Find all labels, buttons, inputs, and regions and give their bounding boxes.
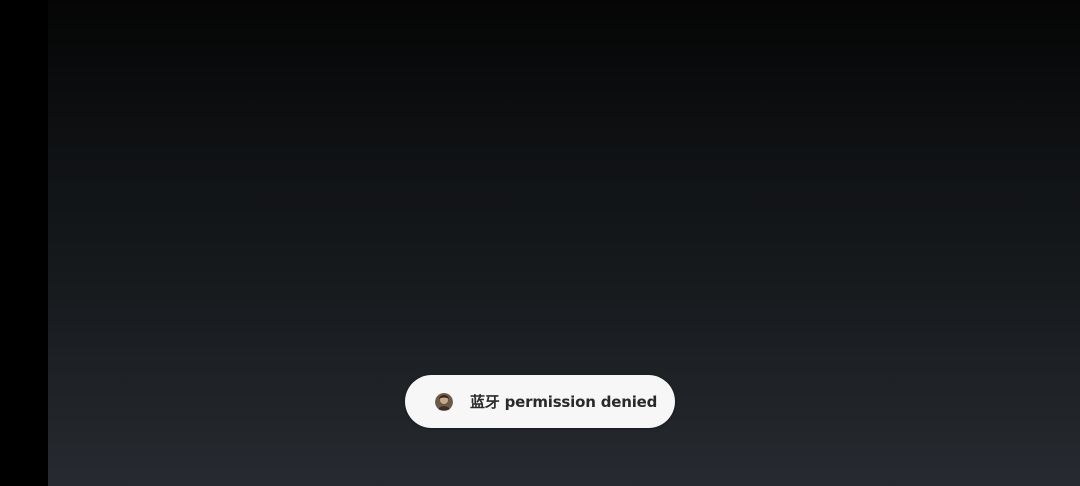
toast-message: 蓝牙 permission denied <box>470 393 658 411</box>
toast-notification: 蓝牙 permission denied <box>405 375 675 428</box>
left-edge-bar <box>0 0 48 486</box>
screen: 蓝牙 permission denied <box>0 0 1080 486</box>
app-avatar-icon <box>435 392 453 411</box>
